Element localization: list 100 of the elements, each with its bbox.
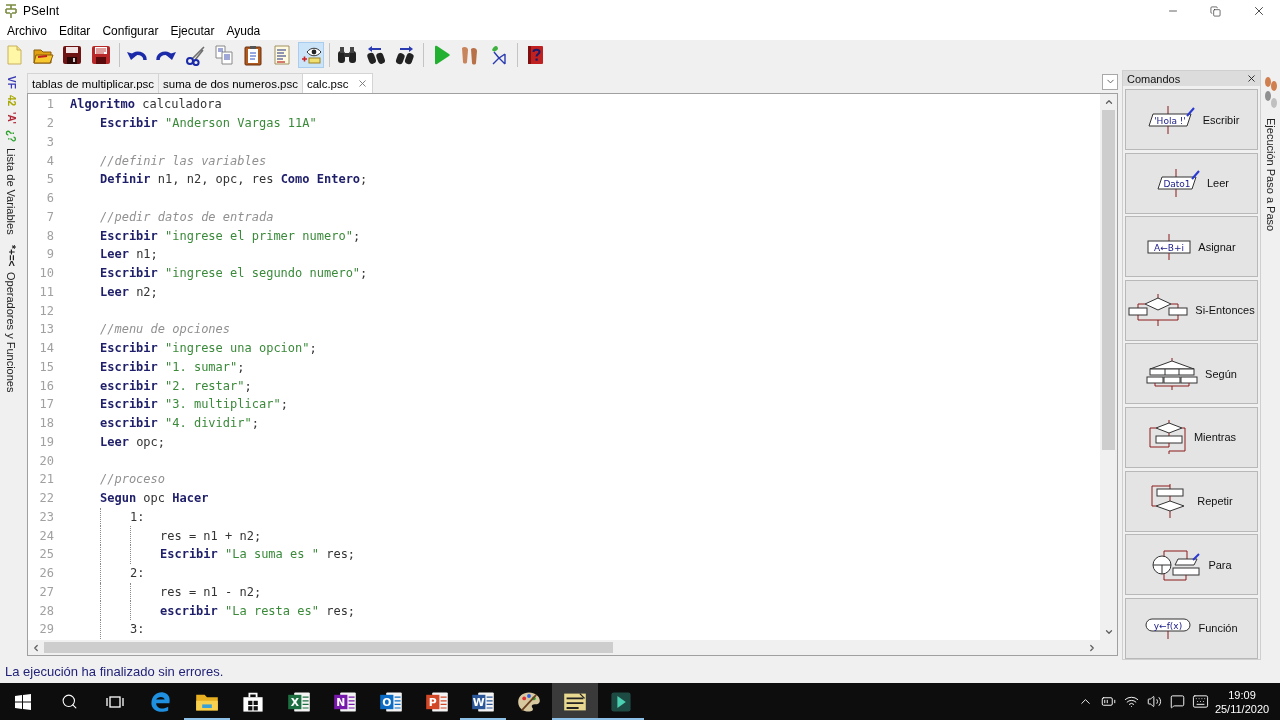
status-message: La ejecución ha finalizado sin errores. <box>5 664 224 679</box>
scrollbar-thumb[interactable] <box>44 642 613 653</box>
command-button[interactable]: Si-Entonces <box>1125 279 1258 341</box>
clock[interactable]: 19:09 25/11/2020 <box>1212 683 1272 720</box>
close-icon[interactable] <box>1246 73 1257 84</box>
copy-icon <box>213 44 235 66</box>
code-line: 1: <box>130 509 145 524</box>
task-view-icon <box>106 693 124 710</box>
menu-item[interactable]: Archivo <box>1 22 53 40</box>
command-button[interactable]: Repetir <box>1125 470 1258 532</box>
taskbar-app-button[interactable]: O <box>368 683 414 720</box>
binoculars-arrow-icon <box>394 44 416 66</box>
code-line: res = n1 + n2; <box>160 528 262 543</box>
switch-block-icon <box>1146 357 1199 390</box>
menu-item[interactable]: Ejecutar <box>164 22 221 40</box>
restore-icon <box>1210 5 1221 17</box>
line-number: 16 <box>38 378 54 393</box>
line-number: 6 <box>45 191 54 206</box>
menu-item[interactable]: Editar <box>53 22 97 40</box>
taskbar-app-button[interactable]: W <box>460 683 506 720</box>
code-line: Escribir "Anderson Vargas 11A" <box>100 116 317 131</box>
code-line: escribir "4. dividir"; <box>100 416 259 431</box>
line-number: 2 <box>45 116 54 131</box>
side-panel-tab[interactable]: Operadores y Funciones <box>4 272 18 393</box>
line-number: 27 <box>38 584 54 599</box>
toolbar-button[interactable] <box>298 42 324 68</box>
line-number: 5 <box>45 172 54 187</box>
line-number: 4 <box>45 153 54 168</box>
line-number: 18 <box>38 416 54 431</box>
command-button[interactable]: Para <box>1125 534 1258 596</box>
taskbar-app-button[interactable]: X <box>276 683 322 720</box>
line-number: 20 <box>38 453 54 468</box>
page-lines-icon <box>271 44 293 66</box>
side-panel-tab[interactable]: Ejecución Paso a Paso <box>1263 118 1278 232</box>
code-line: //proceso <box>100 472 166 487</box>
line-number: 8 <box>45 228 54 243</box>
command-button[interactable]: Mientras <box>1125 406 1258 468</box>
side-panel-tab[interactable]: Lista de Variables <box>4 148 18 235</box>
file-tab[interactable]: suma de dos numeros.psc <box>158 73 303 93</box>
code-line: Leer n1; <box>100 247 158 262</box>
code-line: Algoritmo calculadora <box>70 97 222 112</box>
command-button[interactable]: 'Hola !' Escribir <box>1125 89 1258 150</box>
menu-item[interactable]: Configurar <box>96 22 165 40</box>
line-number: 25 <box>38 547 54 562</box>
app-logo-icon <box>4 3 18 19</box>
line-number: 19 <box>38 434 54 449</box>
line-number: 12 <box>38 303 54 318</box>
wifi-icon <box>1124 694 1139 709</box>
horizontal-scrollbar[interactable] <box>28 640 1100 655</box>
arrow-tile-icon <box>609 689 633 714</box>
search-icon <box>60 693 78 710</box>
line-number: 23 <box>38 509 54 524</box>
line-number: 11 <box>38 284 54 299</box>
command-button[interactable]: y←f(x) Función <box>1125 597 1258 659</box>
line-number: 10 <box>38 266 54 281</box>
line-number: 21 <box>38 472 54 487</box>
taskbar-app-button[interactable]: P <box>414 683 460 720</box>
code-line: Escribir "3. multiplicar"; <box>100 397 288 412</box>
taskbar-app-button[interactable] <box>552 683 598 720</box>
notification-icon <box>1170 694 1185 709</box>
binoculars-arrow-icon <box>365 44 387 66</box>
chevron-up-icon <box>1103 97 1114 107</box>
chevron-right-icon <box>1087 642 1097 653</box>
symbol-glyph: *+=< <box>5 244 17 267</box>
command-button[interactable]: Dato1 Leer <box>1125 152 1258 214</box>
line-number: 24 <box>38 528 54 543</box>
chevron-down-icon <box>1103 627 1114 637</box>
code-line: Escribir "ingrese el primer numero"; <box>100 228 361 243</box>
scissors-icon <box>184 44 206 66</box>
line-number: 22 <box>38 491 54 506</box>
windows-logo-icon <box>15 693 31 710</box>
file-tab[interactable]: calc.psc <box>301 73 373 93</box>
code-line: //menu de opciones <box>100 322 231 337</box>
file-tab[interactable]: tablas de multiplicar.psc <box>27 73 160 93</box>
window-title: PSeInt <box>23 4 60 18</box>
line-number: 17 <box>38 397 54 412</box>
menu-item[interactable]: Ayuda <box>220 22 267 40</box>
clipboard-icon <box>242 44 264 66</box>
palette-icon <box>517 689 541 714</box>
line-number: 1 <box>45 97 54 112</box>
decision-block-icon <box>1128 294 1189 327</box>
code-line: 3: <box>130 622 145 637</box>
scrollbar-thumb[interactable] <box>1102 110 1115 450</box>
command-button[interactable]: A←B+i Asignar <box>1125 216 1258 278</box>
battery-icon <box>1101 694 1116 709</box>
vertical-scrollbar[interactable] <box>1100 94 1117 640</box>
code-line: Leer opc; <box>100 434 166 449</box>
code-line: Segun opc Hacer <box>100 491 209 506</box>
keyboard-icon <box>1192 693 1209 710</box>
symbol-glyph: ¿? <box>5 129 17 143</box>
line-number: 26 <box>38 566 54 581</box>
chevron-left-icon <box>31 642 41 653</box>
line-number: 15 <box>38 359 54 374</box>
code-line: escribir "2. restar"; <box>100 378 252 393</box>
line-number: 7 <box>45 209 54 224</box>
command-button[interactable]: Según <box>1125 343 1258 405</box>
line-number: 28 <box>38 603 54 618</box>
line-number: 9 <box>45 247 54 262</box>
taskbar-app-button[interactable]: N <box>322 683 368 720</box>
code-line: Escribir "ingrese una opcion"; <box>100 341 317 356</box>
